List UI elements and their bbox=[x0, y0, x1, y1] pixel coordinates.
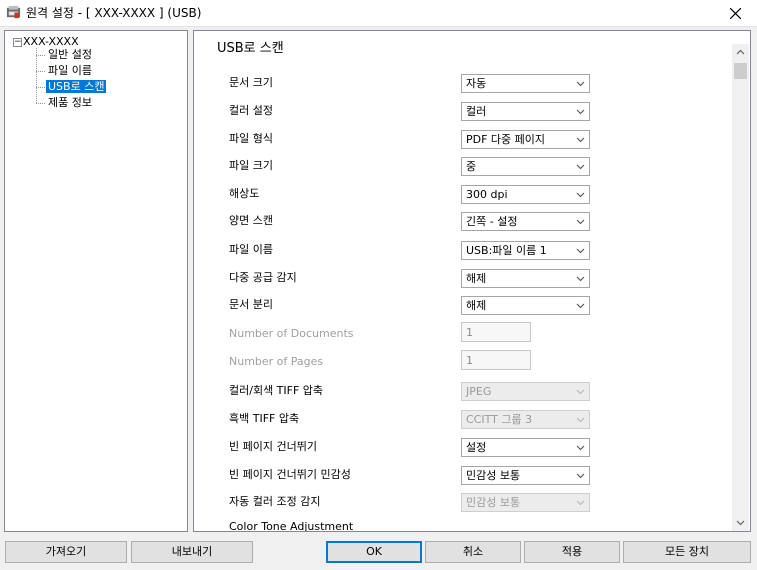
apply-button[interactable]: 적용 bbox=[524, 541, 620, 563]
chevron-down-icon bbox=[576, 417, 585, 423]
setting-label: 빈 페이지 건너뛰기 bbox=[229, 440, 317, 453]
setting-label: 문서 크기 bbox=[229, 76, 273, 89]
file-name-select[interactable]: USB:파일 이름 1 bbox=[461, 241, 590, 260]
select-value: 민감성 보통 bbox=[466, 496, 521, 509]
chevron-down-icon bbox=[576, 109, 585, 115]
setting-label: 흑백 TIFF 압축 bbox=[229, 412, 300, 425]
select-value: 설정 bbox=[466, 441, 487, 454]
tree-item-scan-to-usb[interactable]: USB로 스캔 bbox=[36, 79, 107, 95]
setting-label: 해상도 bbox=[229, 187, 260, 200]
skip-blank-page-sensitivity-select[interactable]: 민감성 보통 bbox=[461, 466, 590, 485]
document-separation-select[interactable]: 해제 bbox=[461, 296, 590, 315]
setting-label: 파일 크기 bbox=[229, 159, 273, 172]
settings-tree: −XXX-XXXX 일반 설정 파일 이름 USB로 스캔 제품 정보 bbox=[4, 30, 188, 532]
chevron-down-icon bbox=[576, 137, 585, 143]
settings-panel: USB로 스캔 문서 크기 자동컬러 설정 컬러파일 형식 PDF 다중 페이지파일 … bbox=[193, 30, 751, 532]
tree-item-label: USB로 스캔 bbox=[46, 80, 107, 93]
file-type-select[interactable]: PDF 다중 페이지 bbox=[461, 130, 590, 149]
setting-label: 문서 분리 bbox=[229, 298, 273, 311]
select-value: 300 dpi bbox=[466, 188, 508, 201]
chevron-down-icon bbox=[576, 219, 585, 225]
setting-label: 빈 페이지 건너뛰기 민감성 bbox=[229, 468, 351, 481]
chevron-down-icon bbox=[576, 473, 585, 479]
chevron-down-icon bbox=[576, 164, 585, 170]
close-icon bbox=[729, 7, 741, 20]
auto-color-detect-select: 민감성 보통 bbox=[461, 493, 590, 512]
chevron-down-icon bbox=[576, 248, 585, 254]
chevron-down-icon bbox=[576, 81, 585, 87]
select-value: JPEG bbox=[466, 385, 492, 398]
select-value: 자동 bbox=[466, 77, 487, 90]
number-of-pages-field: 1 bbox=[461, 350, 531, 370]
title-bar: 원격 설정 - [ XXX-XXXX ] (USB) bbox=[0, 0, 757, 27]
import-button[interactable]: 가져오기 bbox=[5, 541, 127, 563]
number-of-documents-field: 1 bbox=[461, 322, 531, 342]
chevron-down-icon bbox=[736, 520, 745, 526]
document-size-select[interactable]: 자동 bbox=[461, 74, 590, 93]
scroll-thumb[interactable] bbox=[734, 63, 747, 79]
select-value: 컬러 bbox=[466, 105, 487, 118]
chevron-up-icon bbox=[736, 49, 745, 55]
setting-label: 컬러 설정 bbox=[229, 104, 273, 117]
color-setting-select[interactable]: 컬러 bbox=[461, 102, 590, 121]
bw-tiff-compression-select: CCITT 그룹 3 bbox=[461, 410, 590, 429]
resolution-select[interactable]: 300 dpi bbox=[461, 185, 590, 204]
setting-label: 파일 형식 bbox=[229, 132, 273, 145]
scroll-down-button[interactable] bbox=[732, 514, 749, 531]
setting-label: 자동 컬러 조정 감지 bbox=[229, 495, 321, 508]
chevron-down-icon bbox=[576, 192, 585, 198]
ok-button[interactable]: OK bbox=[326, 541, 422, 563]
close-button[interactable] bbox=[713, 0, 757, 26]
multifeed-detection-select[interactable]: 해제 bbox=[461, 269, 590, 288]
setting-label: 다중 공급 감지 bbox=[229, 271, 297, 284]
field-value: 1 bbox=[466, 354, 473, 367]
setting-label: 파일 이름 bbox=[229, 243, 273, 256]
chevron-down-icon bbox=[576, 445, 585, 451]
setting-label: 양면 스캔 bbox=[229, 214, 273, 227]
export-button[interactable]: 내보내기 bbox=[131, 541, 253, 563]
file-size-select[interactable]: 중 bbox=[461, 157, 590, 176]
select-value: CCITT 그룹 3 bbox=[466, 413, 533, 426]
skip-blank-page-select[interactable]: 설정 bbox=[461, 438, 590, 457]
chevron-down-icon bbox=[576, 303, 585, 309]
color-gray-tiff-compression-select: JPEG bbox=[461, 382, 590, 401]
duplex-scan-select[interactable]: 긴쪽 - 설정 bbox=[461, 212, 590, 231]
vertical-scrollbar[interactable] bbox=[732, 44, 749, 531]
scroll-up-button[interactable] bbox=[732, 44, 749, 61]
section-title: USB로 스캔 bbox=[217, 41, 284, 56]
select-value: 해제 bbox=[466, 299, 487, 312]
tree-item-label: 제품 정보 bbox=[48, 96, 92, 109]
tree-item-label: 파일 이름 bbox=[48, 64, 92, 77]
cancel-button[interactable]: 취소 bbox=[425, 541, 521, 563]
select-value: 민감성 보통 bbox=[466, 469, 521, 482]
tree-item-file-name[interactable]: 파일 이름 bbox=[36, 63, 106, 79]
select-value: 해제 bbox=[466, 272, 487, 285]
setting-label: Color Tone Adjustment bbox=[229, 520, 354, 532]
all-devices-button[interactable]: 모든 장치 bbox=[623, 541, 751, 563]
collapse-minus-icon[interactable]: − bbox=[13, 38, 22, 47]
chevron-down-icon bbox=[576, 276, 585, 282]
select-value: 긴쪽 - 설정 bbox=[466, 215, 518, 228]
tree-item-general-settings[interactable]: 일반 설정 bbox=[36, 47, 106, 63]
select-value: 중 bbox=[466, 160, 477, 173]
tree-item-label: 일반 설정 bbox=[48, 48, 92, 61]
tree-children: 일반 설정 파일 이름 USB로 스캔 제품 정보 bbox=[36, 47, 107, 111]
select-value: USB:파일 이름 1 bbox=[466, 244, 547, 257]
window-title: 원격 설정 - [ XXX-XXXX ] (USB) bbox=[26, 6, 202, 20]
select-value: PDF 다중 페이지 bbox=[466, 133, 546, 146]
tree-item-product-info[interactable]: 제품 정보 bbox=[36, 95, 106, 111]
chevron-down-icon bbox=[576, 389, 585, 395]
app-icon bbox=[6, 5, 21, 19]
setting-label: 컬러/회색 TIFF 압축 bbox=[229, 384, 324, 397]
setting-label: Number of Pages bbox=[229, 355, 324, 368]
field-value: 1 bbox=[466, 326, 473, 339]
chevron-down-icon bbox=[576, 500, 585, 506]
setting-label: Number of Documents bbox=[229, 327, 354, 340]
